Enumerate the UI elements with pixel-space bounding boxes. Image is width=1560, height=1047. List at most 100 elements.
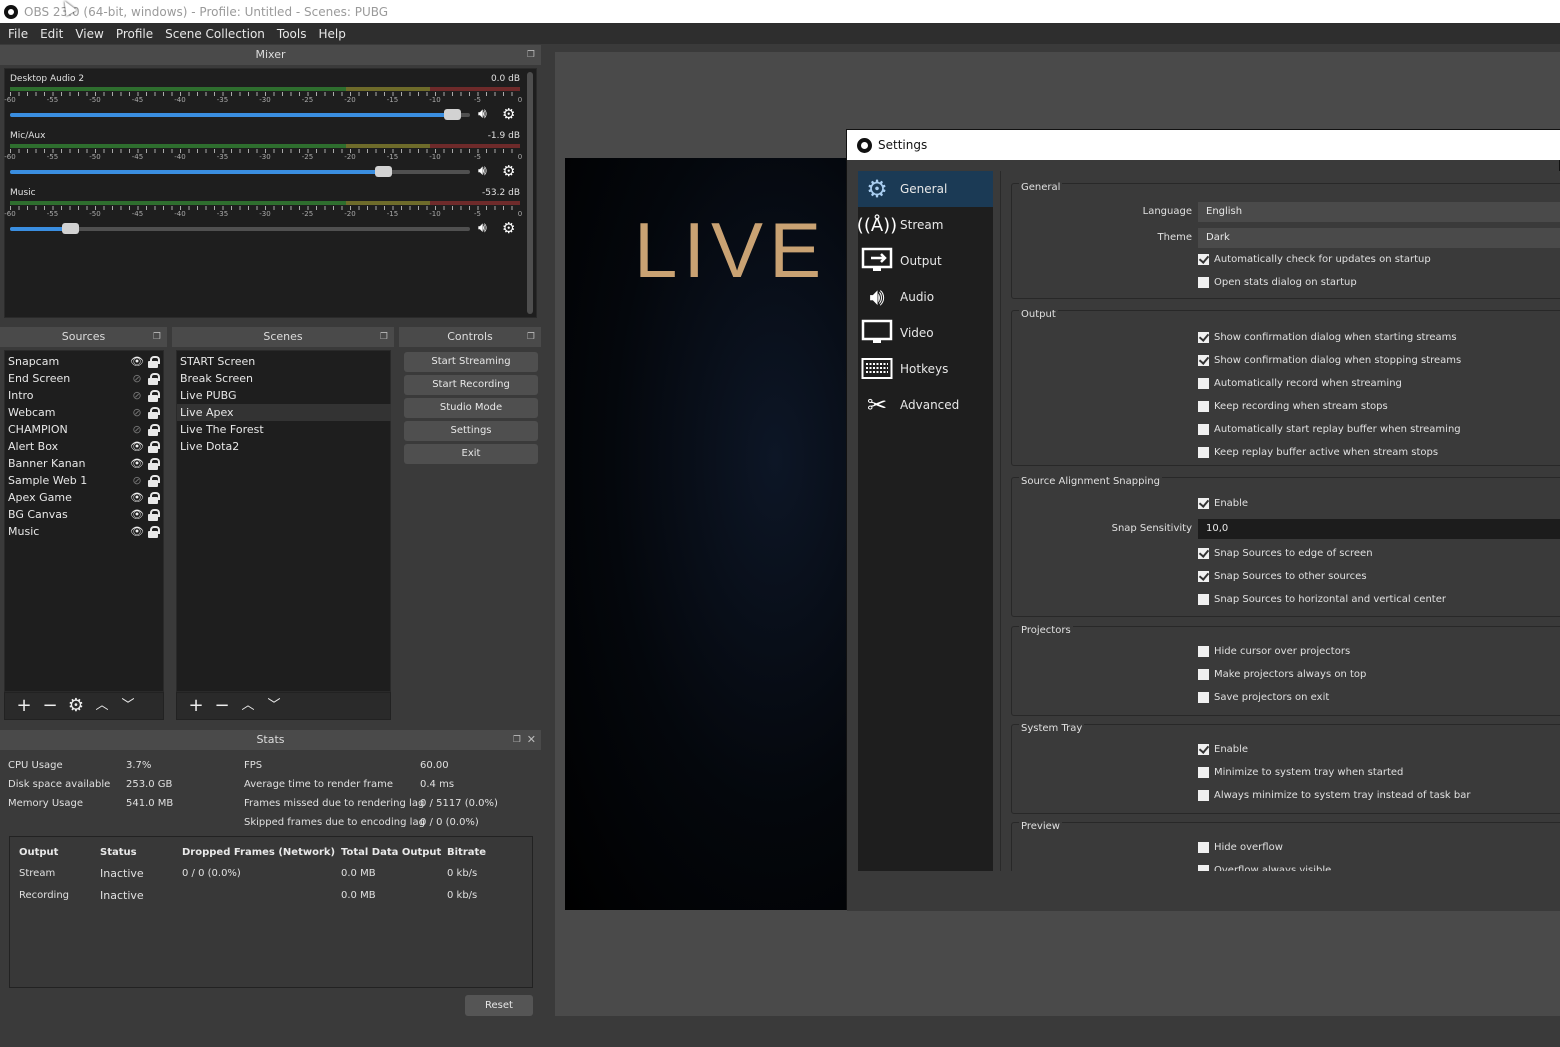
eye-icon[interactable]: 👁︎ [130, 489, 144, 506]
settings-button[interactable]: Settings [404, 421, 538, 441]
menu-help[interactable]: Help [313, 27, 350, 41]
studio-mode-button[interactable]: Studio Mode [404, 398, 538, 418]
speaker-icon[interactable]: 🔊︎ [478, 163, 487, 179]
menu-edit[interactable]: Edit [35, 27, 68, 41]
checkbox-box[interactable] [1198, 378, 1209, 389]
settings-checkbox[interactable]: Hide cursor over projectors [1198, 646, 1350, 657]
settings-checkbox[interactable]: Always minimize to system tray instead o… [1198, 790, 1470, 801]
checkbox-box[interactable] [1198, 277, 1209, 288]
controls-header[interactable]: Controls ❐ [399, 327, 541, 347]
undock-icon[interactable]: ❐ [513, 730, 521, 750]
source-properties-gear-icon[interactable]: ⚙ [63, 693, 89, 719]
lock-icon[interactable] [148, 492, 160, 504]
checkbox-box[interactable] [1198, 767, 1209, 778]
start-recording-button[interactable]: Start Recording [404, 375, 538, 395]
settings-checkbox[interactable]: Snap Sources to horizontal and vertical … [1198, 594, 1446, 605]
checkbox-box[interactable] [1198, 790, 1209, 801]
eye-hidden-icon[interactable]: ⊘ [130, 421, 144, 438]
nav-hotkeys[interactable]: Hotkeys [858, 351, 993, 387]
lock-icon[interactable] [148, 407, 160, 419]
settings-checkbox[interactable]: Show confirmation dialog when starting s… [1198, 332, 1457, 343]
settings-checkbox[interactable]: Automatically record when streaming [1198, 378, 1402, 389]
lock-icon[interactable] [148, 526, 160, 538]
snapping-enable-checkbox[interactable]: Enable [1198, 498, 1248, 509]
eye-hidden-icon[interactable]: ⊘ [130, 370, 144, 387]
gear-icon[interactable]: ⚙ [502, 162, 515, 180]
settings-titlebar[interactable]: Settings [847, 130, 1560, 160]
scene-item[interactable]: Live Apex [177, 404, 391, 421]
move-up-button[interactable]: ︿ [235, 693, 261, 719]
source-item[interactable]: BG Canvas 👁︎ [8, 506, 162, 523]
source-item[interactable]: Snapcam 👁︎ [8, 353, 162, 370]
settings-content[interactable]: General Language English Theme Dark Auto… [1000, 171, 1560, 871]
source-item[interactable]: Webcam ⊘ [8, 404, 162, 421]
eye-icon[interactable]: 👁︎ [130, 438, 144, 455]
lock-icon[interactable] [148, 390, 160, 402]
move-up-button[interactable]: ︿ [89, 693, 115, 719]
settings-checkbox[interactable]: Hide overflow [1198, 842, 1283, 853]
slider-handle[interactable] [61, 223, 79, 234]
menu-file[interactable]: File [3, 27, 33, 41]
lock-icon[interactable] [148, 458, 160, 470]
scene-item[interactable]: START Screen [177, 353, 391, 370]
settings-checkbox[interactable]: Snap Sources to edge of screen [1198, 548, 1373, 559]
add-scene-button[interactable]: + [183, 693, 209, 719]
nav-general[interactable]: ⚙ General [858, 171, 993, 207]
settings-checkbox[interactable]: Keep recording when stream stops [1198, 401, 1388, 412]
nav-audio[interactable]: 🔊︎ Audio [858, 279, 993, 315]
undock-icon[interactable]: ❐ [527, 327, 535, 347]
scene-item[interactable]: Live The Forest [177, 421, 391, 438]
checkbox-box[interactable] [1198, 424, 1209, 435]
start-streaming-button[interactable]: Start Streaming [404, 352, 538, 372]
menu-tools[interactable]: Tools [272, 27, 312, 41]
reset-button[interactable]: Reset [465, 995, 533, 1016]
checkbox-box[interactable] [1198, 842, 1209, 853]
checkbox-box[interactable] [1198, 669, 1209, 680]
volume-slider[interactable] [10, 223, 470, 234]
mixer-header[interactable]: Mixer ❐ [0, 45, 541, 65]
source-item[interactable]: End Screen ⊘ [8, 370, 162, 387]
settings-checkbox[interactable]: Make projectors always on top [1198, 669, 1366, 680]
source-item[interactable]: Banner Kanan 👁︎ [8, 455, 162, 472]
source-item[interactable]: Apex Game 👁︎ [8, 489, 162, 506]
slider-handle[interactable] [443, 109, 461, 120]
remove-source-button[interactable]: − [37, 693, 63, 719]
eye-icon[interactable]: 👁︎ [130, 506, 144, 523]
checkbox-box[interactable] [1198, 355, 1209, 366]
speaker-icon[interactable]: 🔊︎ [478, 106, 487, 122]
nav-output[interactable]: Output [858, 243, 993, 279]
scene-item[interactable]: Live PUBG [177, 387, 391, 404]
source-item[interactable]: Alert Box 👁︎ [8, 438, 162, 455]
undock-icon[interactable]: ❐ [153, 327, 161, 347]
scene-item[interactable]: Break Screen [177, 370, 391, 387]
eye-hidden-icon[interactable]: ⊘ [130, 404, 144, 421]
speaker-icon[interactable]: 🔊︎ [478, 220, 487, 236]
checkbox-box[interactable] [1198, 571, 1209, 582]
eye-icon[interactable]: 👁︎ [130, 353, 144, 370]
checkbox-box[interactable] [1198, 692, 1209, 703]
lock-icon[interactable] [148, 441, 160, 453]
add-source-button[interactable]: + [11, 693, 37, 719]
eye-icon[interactable]: 👁︎ [130, 523, 144, 540]
theme-select[interactable]: Dark [1198, 228, 1560, 248]
checkbox-box[interactable] [1198, 744, 1209, 755]
undock-icon[interactable]: ❐ [527, 45, 535, 65]
settings-checkbox[interactable]: Minimize to system tray when started [1198, 767, 1403, 778]
checkbox-box[interactable] [1198, 548, 1209, 559]
undock-icon[interactable]: ❐ [380, 327, 388, 347]
menu-view[interactable]: View [70, 27, 108, 41]
checkbox-box[interactable] [1198, 332, 1209, 343]
checkbox-box[interactable] [1198, 498, 1209, 509]
settings-checkbox[interactable]: Snap Sources to other sources [1198, 571, 1367, 582]
remove-scene-button[interactable]: − [209, 693, 235, 719]
menu-scene-collection[interactable]: Scene Collection [160, 27, 270, 41]
menu-profile[interactable]: Profile [111, 27, 158, 41]
lock-icon[interactable] [148, 424, 160, 436]
lock-icon[interactable] [148, 356, 160, 368]
eye-hidden-icon[interactable]: ⊘ [130, 387, 144, 404]
stats-header[interactable]: Stats ❐ ✕ [0, 730, 541, 750]
lock-icon[interactable] [148, 475, 160, 487]
checkbox-box[interactable] [1198, 646, 1209, 657]
sources-header[interactable]: Sources ❐ [0, 327, 167, 347]
close-icon[interactable]: ✕ [527, 730, 536, 750]
